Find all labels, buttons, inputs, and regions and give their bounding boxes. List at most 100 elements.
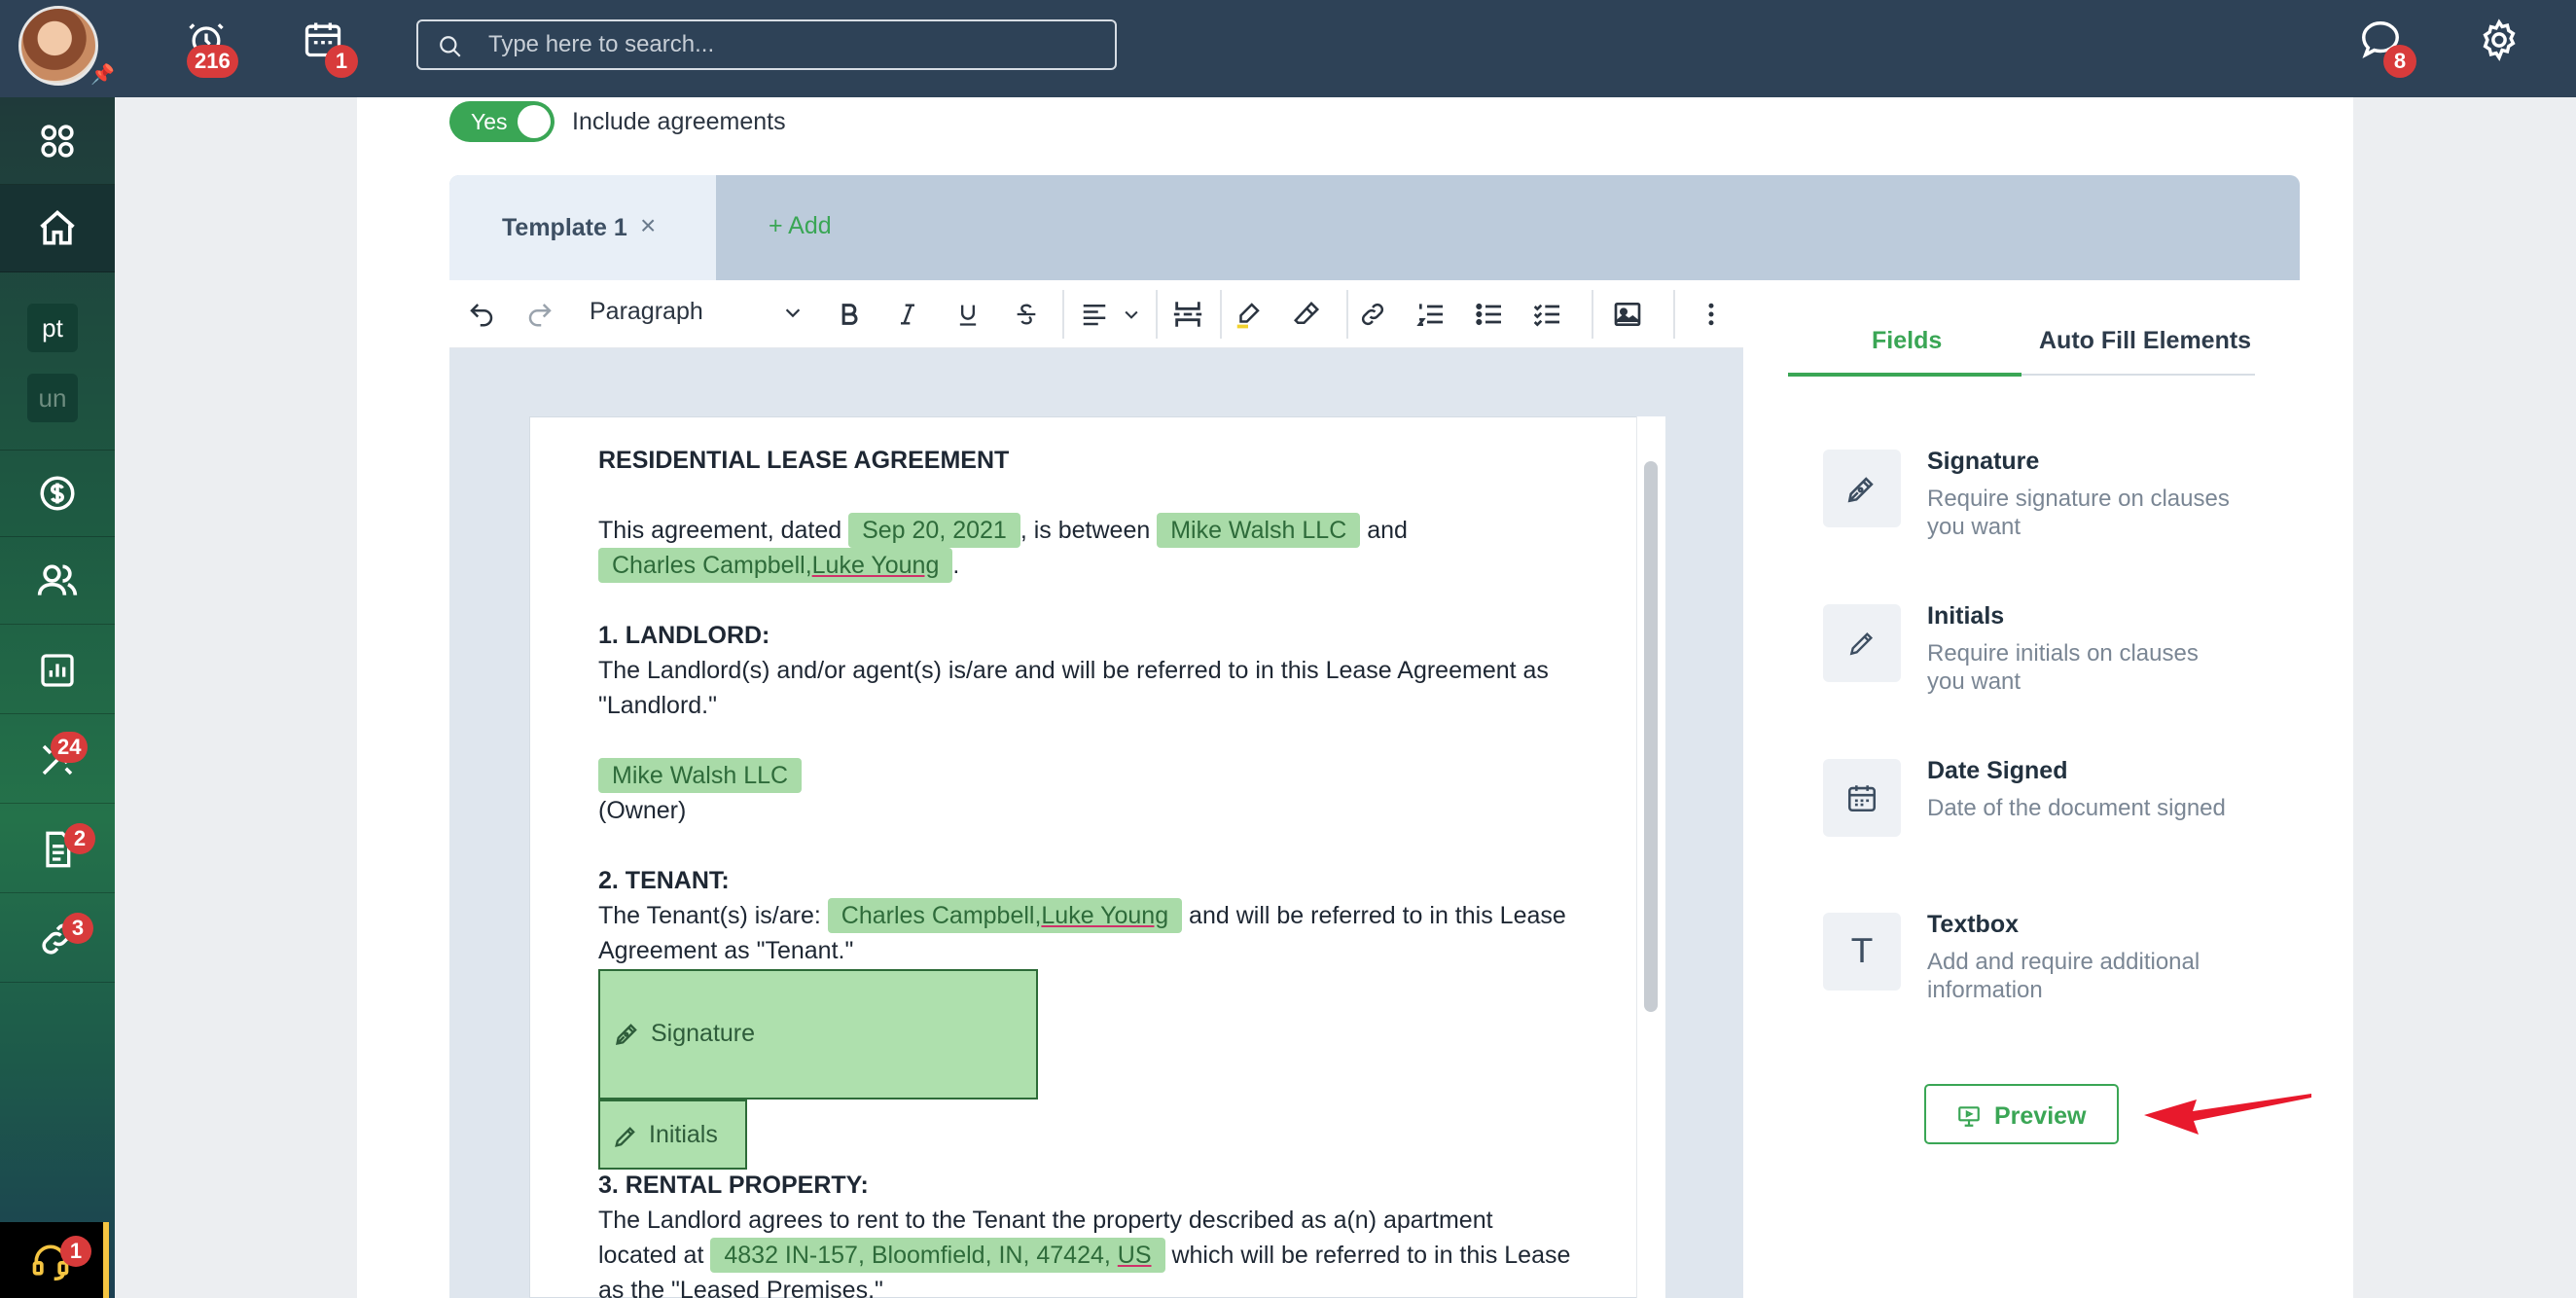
page-break-icon[interactable] <box>1167 294 1208 335</box>
image-icon[interactable] <box>1607 294 1648 335</box>
pen-nib-icon <box>1847 477 1874 503</box>
include-agreements-label: Include agreements <box>572 108 786 135</box>
align-dropdown-chevron-icon[interactable] <box>1111 294 1152 335</box>
field-description: Add and require additional information <box>1927 949 2200 1003</box>
intro-line-2: Charles Campbell,Luke Young. <box>598 548 959 583</box>
section-1-owner: (Owner) <box>598 797 687 824</box>
section-3-line-1: The Landlord agrees to rent to the Tenan… <box>598 1207 1493 1234</box>
highlighter-icon[interactable] <box>1228 294 1269 335</box>
section-3-line-2: located at 4832 IN-157, Bloomfield, IN, … <box>598 1238 1570 1273</box>
tenant-names-chip[interactable]: Charles Campbell,Luke Young <box>827 898 1183 933</box>
checklist-icon[interactable] <box>1527 294 1568 335</box>
section-1-line-1: The Landlord(s) and/or agent(s) is/are a… <box>598 657 1549 684</box>
document-title: RESIDENTIAL LEASE AGREEMENT <box>598 447 1010 474</box>
document-scrollbar[interactable] <box>1644 461 1658 1012</box>
bullet-list-icon[interactable] <box>1469 294 1510 335</box>
pencil-icon <box>615 1127 635 1147</box>
strikethrough-icon[interactable] <box>1006 294 1047 335</box>
search-input[interactable] <box>488 29 1091 60</box>
sidebar-item-home[interactable] <box>0 185 115 272</box>
field-description: Require signature on clauses you want <box>1927 486 2230 540</box>
landlord-name-chip[interactable]: Mike Walsh LLC <box>598 758 803 793</box>
sidebar-chip-un[interactable]: un <box>27 374 78 422</box>
settings-gear-icon[interactable] <box>2477 18 2525 66</box>
section-1-heading: 1. LANDLORD: <box>598 622 770 649</box>
pen-nib-icon <box>616 1024 637 1045</box>
support-badge: 1 <box>60 1236 91 1267</box>
tab-label: Template 1 <box>502 214 627 241</box>
bar-chart-icon <box>41 653 74 687</box>
align-left-icon[interactable] <box>1074 294 1115 335</box>
search-bar[interactable] <box>416 19 1117 70</box>
intro-line-1: This agreement, dated Sep 20, 2021, is b… <box>598 513 1408 548</box>
chat-badge: 8 <box>2383 45 2416 78</box>
initials-box-label: Initials <box>649 1121 718 1148</box>
bold-icon[interactable] <box>829 294 870 335</box>
toggle-state: Yes <box>471 109 508 134</box>
section-2-line-2: Agreement as "Tenant." <box>598 937 854 964</box>
field-signature[interactable]: Signature Require signature on clauses y… <box>1823 448 2251 586</box>
sidebar-item-people[interactable] <box>0 537 115 625</box>
annotation-arrow <box>2144 1094 2311 1135</box>
active-tab-indicator <box>1788 373 2021 377</box>
numbered-list-icon[interactable] <box>1411 294 1451 335</box>
sidebar-item-payments[interactable] <box>0 450 115 537</box>
documents-badge: 2 <box>64 823 95 854</box>
preview-button[interactable]: Preview <box>1924 1084 2119 1144</box>
sidebar-chip-pt[interactable]: pt <box>27 304 78 352</box>
underline-icon[interactable] <box>948 294 988 335</box>
presentation-icon <box>1958 1106 1980 1127</box>
section-3-heading: 3. RENTAL PROPERTY: <box>598 1172 869 1199</box>
undo-icon[interactable] <box>461 294 502 335</box>
sidebar-item-reports[interactable] <box>0 627 115 714</box>
add-tab-button[interactable]: + Add <box>769 212 832 240</box>
date-field-chip[interactable]: Sep 20, 2021 <box>848 513 1020 548</box>
people-icon <box>37 564 78 595</box>
toggle-knob <box>518 105 551 138</box>
tab-template-1[interactable]: Template 1 × <box>449 175 716 280</box>
redo-icon[interactable] <box>519 294 560 335</box>
section-1-line-2: "Landlord." <box>598 692 717 719</box>
chevron-down-icon[interactable] <box>782 302 804 323</box>
pencil-icon <box>1849 631 1874 656</box>
section-1-landlord: Mike Walsh LLC <box>598 758 803 793</box>
paragraph-style-select[interactable]: Paragraph <box>590 298 703 326</box>
field-title: Initials <box>1927 602 2005 630</box>
sidebar-item-apps[interactable] <box>0 97 115 185</box>
pin-icon: 📌 <box>90 64 115 86</box>
eraser-icon[interactable] <box>1286 294 1327 335</box>
field-initials[interactable]: Initials Require initials on clauses you… <box>1823 602 2251 740</box>
more-options-icon[interactable] <box>1691 294 1732 335</box>
tenant-field-chip[interactable]: Charles Campbell,Luke Young <box>598 548 953 583</box>
section-3-line-3: as the "Leased Premises." <box>598 1277 883 1298</box>
sidebar-item-links[interactable] <box>0 895 115 983</box>
user-avatar[interactable] <box>18 6 98 86</box>
sidebar: pt un 24 2 3 <box>0 97 115 1298</box>
top-bar: 📌 216 1 8 <box>0 0 2576 97</box>
field-title: Date Signed <box>1927 757 2068 784</box>
tab-auto-fill-elements[interactable]: Auto Fill Elements <box>2039 327 2251 355</box>
calendar-badge: 1 <box>325 45 358 78</box>
italic-icon[interactable] <box>887 294 928 335</box>
field-date-signed[interactable]: Date Signed Date of the document signed <box>1823 757 2251 895</box>
calendar-icon <box>1847 785 1877 812</box>
field-textbox[interactable]: T Textbox Add and require additional inf… <box>1823 911 2251 1049</box>
signature-field-icon-box <box>1823 450 1901 527</box>
initials-field-box[interactable]: Initials <box>598 1100 747 1170</box>
tools-badge: 24 <box>51 732 89 763</box>
field-description: Date of the document signed <box>1927 795 2226 821</box>
initials-field-icon-box <box>1823 604 1901 682</box>
tab-fields[interactable]: Fields <box>1872 327 1942 355</box>
grid-icon <box>41 124 74 158</box>
landlord-field-chip[interactable]: Mike Walsh LLC <box>1157 513 1361 548</box>
support-button[interactable]: 1 <box>0 1222 109 1298</box>
signature-field-box[interactable]: Signature <box>598 969 1038 1100</box>
preview-label: Preview <box>1994 1102 2087 1130</box>
link-icon[interactable] <box>1352 294 1393 335</box>
close-tab-icon[interactable]: × <box>640 210 656 241</box>
address-field-chip[interactable]: 4832 IN-157, Bloomfield, IN, 47424, US <box>710 1238 1165 1273</box>
alarm-badge: 216 <box>187 45 238 78</box>
include-agreements-toggle[interactable]: Yes <box>449 101 555 142</box>
home-icon <box>40 209 75 244</box>
sidebar-item-documents[interactable] <box>0 806 115 893</box>
